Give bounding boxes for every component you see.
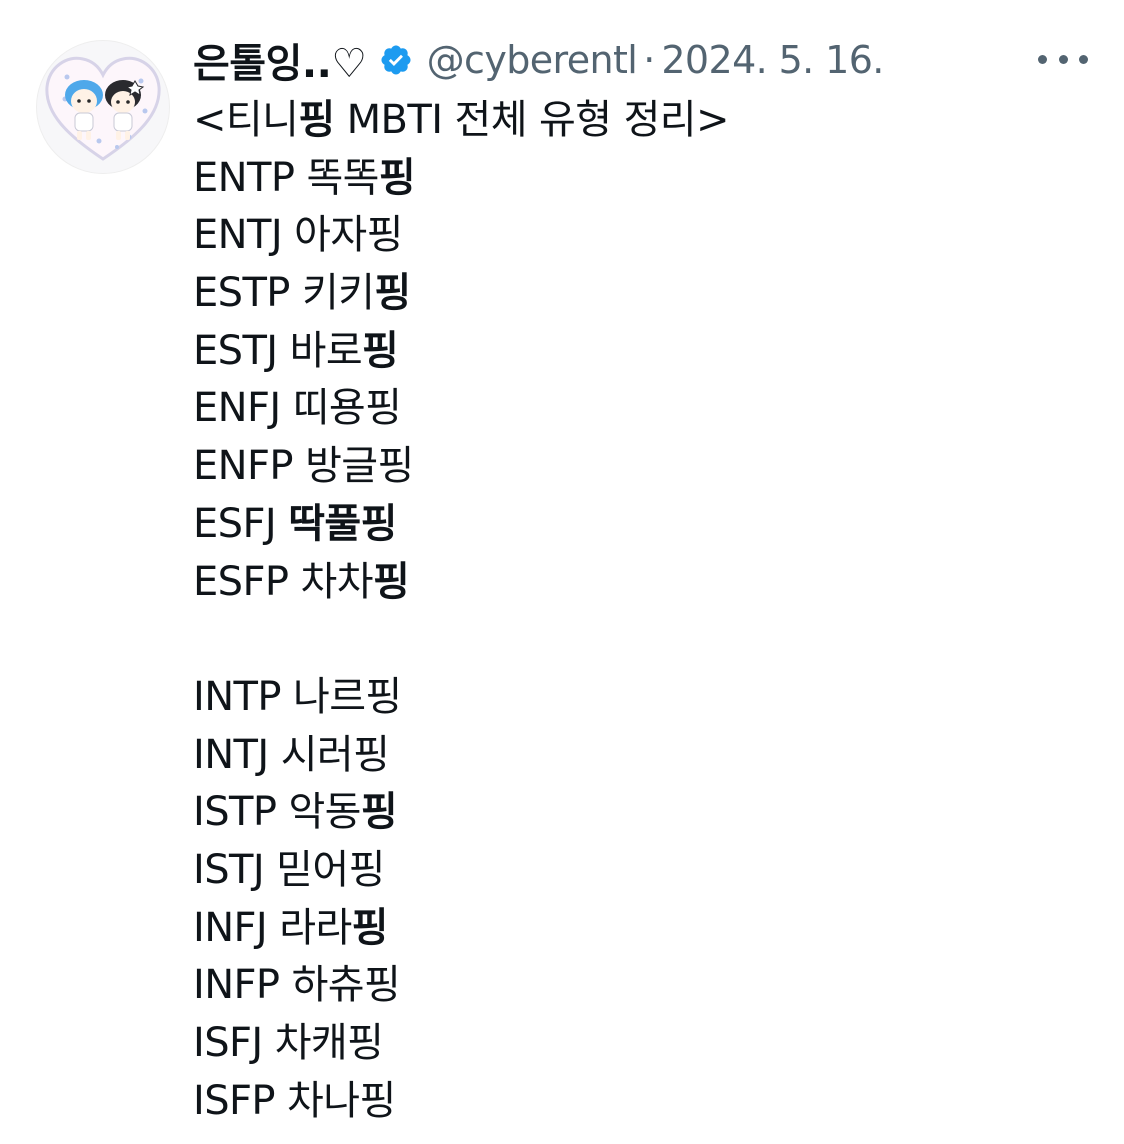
mbti-type: ENFJ [193, 385, 281, 432]
more-dot [1079, 54, 1088, 64]
mbti-line: ESFJ 딱풀핑 [193, 496, 729, 554]
more-options-icon[interactable] [1038, 46, 1088, 72]
mbti-type: ISTJ [193, 846, 265, 893]
mbti-type: INTP [193, 673, 281, 720]
mbti-line: INFP 하츄핑 [193, 957, 729, 1015]
mbti-type: ISTP [193, 789, 277, 836]
character-name: 악동 [288, 789, 361, 836]
character-name: 믿어 [276, 846, 349, 893]
mbti-type: INTJ [193, 731, 269, 778]
character-name: 라라 [279, 904, 352, 951]
character-suffix: 핑 [377, 443, 414, 490]
mbti-type: ISFP [193, 1077, 276, 1124]
character-name: 띠용 [292, 385, 366, 432]
character-suffix: 핑 [372, 558, 410, 605]
character-suffix: 핑 [347, 1020, 384, 1066]
mbti-line: ISFP 차나핑 [193, 1073, 729, 1131]
character-suffix: 핑 [351, 904, 389, 951]
tweet-title: <티니핑 MBTI 전체 유형 정리> [193, 92, 729, 150]
mbti-line: ESTJ 바로핑 [193, 323, 729, 381]
more-dot [1038, 54, 1047, 64]
avatar-image [45, 56, 161, 161]
verified-badge-icon [379, 43, 413, 77]
character-name: 차캐 [274, 1020, 348, 1066]
character-name: 딱풀 [288, 500, 361, 547]
character-suffix: 핑 [353, 731, 390, 778]
mbti-type: ENTJ [193, 212, 283, 259]
character-name: 시러 [280, 731, 354, 778]
character-name: 나르 [293, 673, 366, 720]
more-dot [1058, 54, 1068, 64]
character-name: 차나 [287, 1077, 360, 1124]
character-suffix: 핑 [348, 846, 386, 893]
mbti-group-i: INTP 나르핑 INTJ 시러핑 ISTP 악동핑 ISTJ 믿어핑 INFJ 라라핑… [193, 669, 729, 1131]
mbti-type: ESFP [193, 558, 289, 605]
tweet-card[interactable]: 은톨잉..♡ @cyberentl · 2024. 5. 16. <티니핑 MB… [0, 0, 1124, 1144]
character-name: 차차 [300, 558, 374, 605]
separator-dot: · [643, 38, 656, 82]
character-name: 아자 [294, 212, 367, 259]
mbti-line: ENFJ 띠용핑 [193, 380, 729, 438]
mbti-type: ESTP [193, 270, 290, 317]
avatar[interactable] [36, 40, 170, 174]
character-suffix: 핑 [374, 270, 411, 317]
mbti-type: ENTP [193, 154, 295, 201]
tweet-header: 은톨잉..♡ @cyberentl · 2024. 5. 16. [193, 31, 884, 89]
character-name: 똑똑 [306, 154, 379, 201]
mbti-line: INTJ 시러핑 [193, 727, 729, 785]
character-name: 바로 [289, 327, 363, 374]
mbti-line: INFJ 라라핑 [193, 900, 729, 958]
mbti-line: ENTJ 아자핑 [193, 207, 729, 265]
mbti-line: ISFJ 차캐핑 [193, 1015, 729, 1073]
title-prefix: <티니 [193, 97, 299, 143]
mbti-type: INFP [193, 962, 280, 1009]
tweet-date[interactable]: 2024. 5. 16. [661, 38, 884, 82]
character-suffix: 핑 [378, 154, 416, 201]
character-suffix: 핑 [363, 962, 401, 1009]
user-handle[interactable]: @cyberentl [427, 38, 638, 82]
character-suffix: 핑 [365, 385, 402, 432]
mbti-line: ESTP 키키핑 [193, 265, 729, 323]
character-suffix: 핑 [359, 1077, 396, 1124]
mbti-type: ESTJ [193, 327, 278, 374]
display-name[interactable]: 은톨잉..♡ [193, 31, 367, 89]
character-suffix: 핑 [362, 327, 399, 374]
character-name: 하츄 [291, 962, 365, 1009]
mbti-line: ISTJ 믿어핑 [193, 842, 729, 900]
mbti-line: ENFP 방글핑 [193, 438, 729, 496]
mbti-type: ISFJ [193, 1020, 263, 1066]
title-bold: 핑 [298, 97, 335, 143]
mbti-line: ISTP 악동핑 [193, 784, 729, 842]
mbti-type: ENFP [193, 443, 294, 490]
character-name: 키키 [301, 270, 375, 317]
character-suffix: 핑 [366, 212, 404, 259]
mbti-group-e: ENTP 똑똑핑 ENTJ 아자핑 ESTP 키키핑 ESTJ 바로핑 ENFJ 띠용핑… [193, 150, 729, 612]
character-suffix: 핑 [360, 500, 398, 547]
character-name: 방글 [305, 443, 378, 490]
mbti-type: ESFJ [193, 500, 277, 547]
mbti-line: ESFP 차차핑 [193, 554, 729, 612]
mbti-line: INTP 나르핑 [193, 669, 729, 727]
title-suffix: MBTI 전체 유형 정리> [334, 97, 730, 143]
mbti-type: INFJ [193, 904, 268, 951]
character-suffix: 핑 [365, 673, 402, 720]
tweet-text: <티니핑 MBTI 전체 유형 정리> ENTP 똑똑핑 ENTJ 아자핑 ESTP… [193, 92, 729, 1130]
character-suffix: 핑 [360, 789, 398, 836]
mbti-line: ENTP 똑똑핑 [193, 150, 729, 208]
